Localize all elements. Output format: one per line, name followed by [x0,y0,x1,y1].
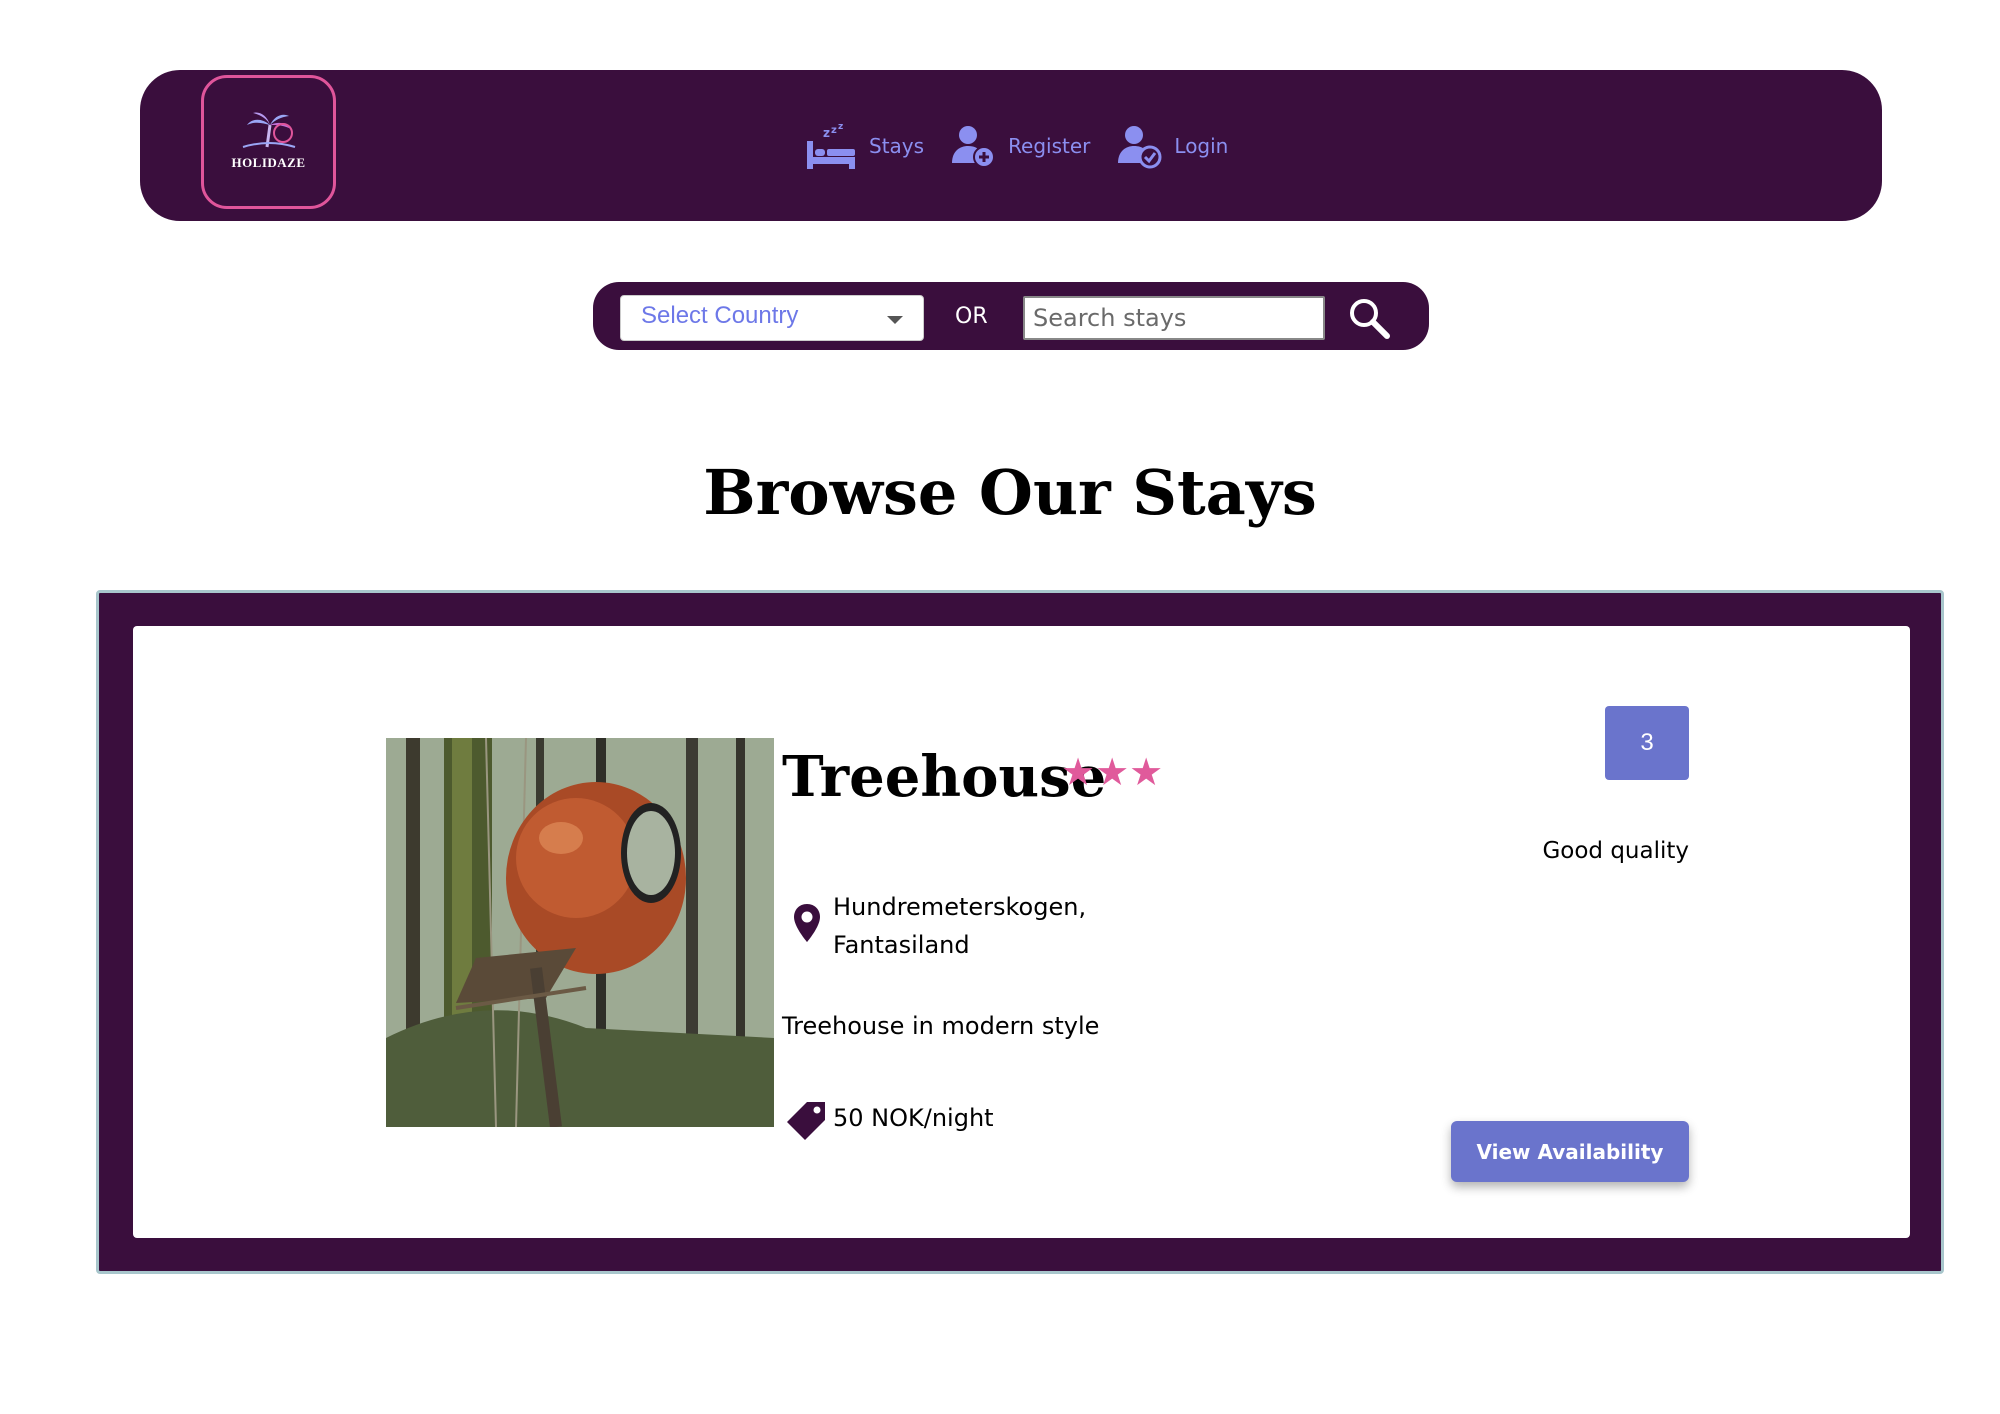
stay-card: Treehouse ★★★ Hundremeterskogen, Fantasi… [133,626,1910,1238]
star-icons: ★★★ [1061,752,1164,794]
stay-name: Treehouse [782,744,1107,810]
user-plus-icon [952,126,996,168]
top-navbar: HOLIDAZE z z z Stays Register Login [140,70,1882,221]
map-pin-icon [794,904,820,942]
svg-text:z: z [823,126,830,140]
holidaze-logo[interactable]: HOLIDAZE [201,75,336,209]
star-rating: ★★★ [1061,754,1165,792]
logo-text: HOLIDAZE [231,155,306,170]
user-check-icon [1118,126,1162,169]
rating-label: Good quality [1542,838,1689,864]
nav-item-login[interactable]: Login [1116,123,1228,169]
location-line-2: Fantasiland [833,931,970,959]
or-label: OR [955,304,988,329]
nav-item-register[interactable]: Register [950,123,1090,169]
stay-price: 50 NOK/night [833,1104,994,1132]
chevron-down-icon [887,316,903,324]
stay-location: Hundremeterskogen, Fantasiland [833,888,1133,964]
stay-image[interactable] [386,738,774,1127]
country-select-value: Select Country [641,302,799,329]
nav-item-stays[interactable]: z z z Stays [805,121,924,171]
price-tag-icon [787,1102,825,1140]
svg-text:z: z [838,122,843,132]
svg-text:z: z [831,125,837,136]
search-icon [1350,299,1390,339]
palm-tree-icon [242,112,295,148]
nav-label-register: Register [1008,134,1091,158]
treehouse-photo [386,738,774,1127]
nav-label-login: Login [1174,134,1229,158]
search-input[interactable] [1023,296,1325,340]
nav-label-stays: Stays [869,134,925,158]
stay-description: Treehouse in modern style [782,1012,1100,1040]
location-line-1: Hundremeterskogen, [833,893,1087,921]
view-availability-button[interactable]: View Availability [1451,1121,1689,1182]
page-title: Browse Our Stays [703,456,1317,529]
nav-menu: z z z Stays Register Login [805,118,1254,174]
rating-badge: 3 [1605,706,1689,780]
bed-sleep-icon: z z z [807,122,855,169]
country-select[interactable]: Select Country [620,295,924,341]
stay-card-frame: Treehouse ★★★ Hundremeterskogen, Fantasi… [96,590,1944,1274]
search-bar: Select Country OR [593,282,1429,350]
search-button[interactable] [1347,296,1391,340]
